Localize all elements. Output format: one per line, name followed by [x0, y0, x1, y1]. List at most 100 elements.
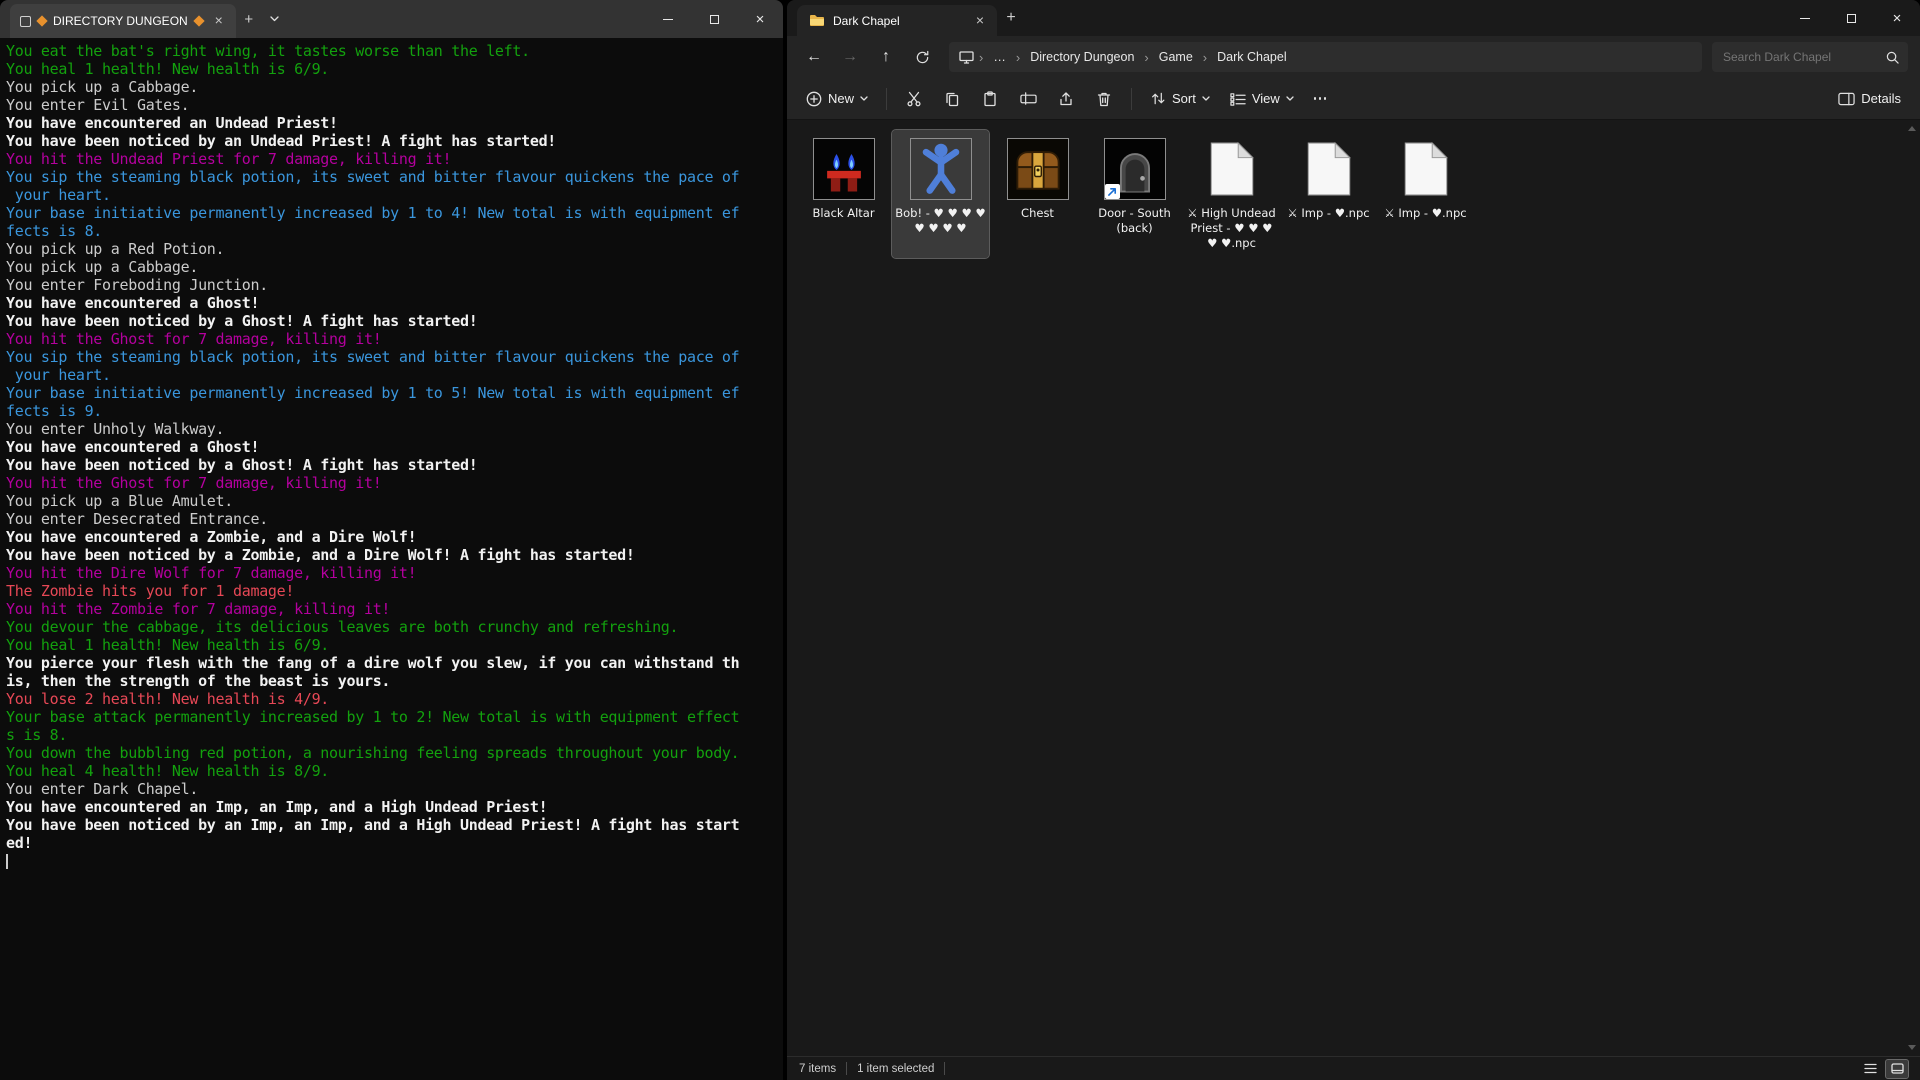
chevron-down-icon	[1286, 96, 1294, 101]
terminal-window-controls: ×	[645, 0, 783, 38]
terminal-line: You pick up a Red Potion.	[6, 240, 777, 258]
breadcrumb-item[interactable]: Dark Chapel	[1212, 48, 1291, 66]
file-tile-black-altar[interactable]: Black Altar	[795, 130, 892, 258]
more-options-button[interactable]	[1305, 84, 1335, 114]
maximize-button[interactable]	[1828, 0, 1874, 36]
desktop: DIRECTORY DUNGEON × + × You eat the bat'…	[0, 0, 1920, 1080]
terminal-line: You lose 2 health! New health is 4/9.	[6, 690, 777, 708]
details-view-toggle[interactable]	[1859, 1060, 1881, 1078]
terminal-tab-dropdown-button[interactable]	[262, 4, 288, 34]
terminal-line: You devour the cabbage, its delicious le…	[6, 618, 777, 636]
terminal-line: You have been noticed by a Zombie, and a…	[6, 546, 777, 564]
view-button-label: View	[1252, 91, 1280, 106]
file-tile-high-undead-priest[interactable]: ⚔ High Undead Priest - ♥ ♥ ♥ ♥ ♥.npc	[1183, 130, 1280, 258]
terminal-line: Your base initiative permanently increas…	[6, 204, 777, 222]
scissors-icon	[906, 91, 922, 107]
breadcrumb-chevron-icon[interactable]: ›	[1014, 50, 1022, 65]
close-button[interactable]: ×	[1874, 0, 1920, 36]
cut-button[interactable]	[896, 84, 932, 114]
folder-icon	[809, 14, 825, 27]
terminal-line: You pierce your flesh with the fang of a…	[6, 654, 777, 672]
terminal-output: You eat the bat's right wing, it tastes …	[0, 38, 783, 1080]
copy-button[interactable]	[934, 84, 970, 114]
scrollbar-up-arrow[interactable]	[1908, 126, 1916, 131]
maximize-button[interactable]	[691, 0, 737, 38]
terminal-line: You sip the steaming black potion, its s…	[6, 168, 777, 186]
refresh-button[interactable]	[905, 41, 939, 73]
file-tile-chest[interactable]: Chest	[989, 130, 1086, 258]
rename-icon	[1020, 91, 1037, 106]
sort-button[interactable]: Sort	[1141, 84, 1219, 114]
minimize-button[interactable]	[645, 0, 691, 38]
terminal-line: fects is 9.	[6, 402, 777, 420]
terminal-lines: You eat the bat's right wing, it tastes …	[6, 42, 777, 852]
explorer-tab[interactable]: Dark Chapel ×	[797, 5, 997, 36]
search-input[interactable]	[1721, 49, 1880, 65]
plus-circle-icon	[806, 91, 822, 107]
details-pane-button[interactable]: Details	[1829, 84, 1910, 114]
npc-document-icon	[1403, 141, 1449, 197]
terminal-line: The Zombie hits you for 1 damage!	[6, 582, 777, 600]
paste-button[interactable]	[972, 84, 1008, 114]
breadcrumb-item[interactable]: Directory Dungeon	[1025, 48, 1139, 66]
chest-image	[1007, 138, 1069, 200]
file-tile-imp-1[interactable]: ⚔ Imp - ♥.npc	[1280, 130, 1377, 258]
close-button[interactable]: ×	[737, 0, 783, 38]
back-button[interactable]: ←	[797, 41, 831, 73]
rename-button[interactable]	[1010, 84, 1046, 114]
terminal-window: DIRECTORY DUNGEON × + × You eat the bat'…	[0, 0, 783, 1080]
search-box[interactable]	[1712, 42, 1908, 72]
file-name: Bob! - ♥ ♥ ♥ ♥ ♥ ♥ ♥ ♥	[895, 206, 987, 236]
terminal-tab[interactable]: DIRECTORY DUNGEON ×	[10, 4, 236, 38]
terminal-line: You enter Dark Chapel.	[6, 780, 777, 798]
terminal-line: ed!	[6, 834, 777, 852]
view-button[interactable]: View	[1221, 84, 1303, 114]
terminal-line: You hit the Ghost for 7 damage, killing …	[6, 330, 777, 348]
terminal-line: You have been noticed by an Imp, an Imp,…	[6, 816, 777, 834]
file-tile-bob[interactable]: Bob! - ♥ ♥ ♥ ♥ ♥ ♥ ♥ ♥	[892, 130, 989, 258]
breadcrumb-chevron-icon[interactable]: ›	[977, 50, 985, 65]
terminal-line: fects is 8.	[6, 222, 777, 240]
sort-button-label: Sort	[1172, 91, 1196, 106]
minimize-button[interactable]	[1782, 0, 1828, 36]
up-button[interactable]: ↑	[869, 41, 903, 73]
this-pc-monitor-icon[interactable]	[959, 51, 974, 64]
terminal-line: You hit the Zombie for 7 damage, killing…	[6, 600, 777, 618]
scrollbar-down-arrow[interactable]	[1908, 1045, 1916, 1050]
terminal-new-tab-button[interactable]: +	[236, 4, 262, 34]
terminal-line: You down the bubbling red potion, a nour…	[6, 744, 777, 762]
terminal-line: You enter Unholy Walkway.	[6, 420, 777, 438]
breadcrumb-chevron-icon[interactable]: ›	[1201, 50, 1209, 65]
terminal-line: You heal 1 health! New health is 6/9.	[6, 60, 777, 78]
shortcut-arrow-icon	[1105, 184, 1120, 199]
explorer-window-controls: ×	[1782, 0, 1920, 36]
explorer-window: Dark Chapel × + × ← → ↑	[787, 0, 1920, 1080]
sort-icon	[1150, 91, 1166, 106]
terminal-line: your heart.	[6, 186, 777, 204]
delete-button[interactable]	[1086, 84, 1122, 114]
terminal-line: You have encountered a Ghost!	[6, 294, 777, 312]
file-tile-door-south[interactable]: Door - South (back)	[1086, 130, 1183, 258]
terminal-tab-close-button[interactable]: ×	[210, 12, 228, 30]
terminal-cursor-line[interactable]	[6, 852, 777, 870]
explorer-new-tab-button[interactable]: +	[997, 3, 1025, 33]
terminal-window-icon	[20, 16, 31, 27]
file-tile-imp-2[interactable]: ⚔ Imp - ♥.npc	[1377, 130, 1474, 258]
breadcrumb-item[interactable]: Game	[1154, 48, 1198, 66]
breadcrumb-chevron-icon[interactable]: ›	[1142, 50, 1150, 65]
explorer-tab-close-button[interactable]: ×	[971, 12, 989, 30]
terminal-line: your heart.	[6, 366, 777, 384]
terminal-line: You have been noticed by a Ghost! A figh…	[6, 312, 777, 330]
terminal-line: Your base initiative permanently increas…	[6, 384, 777, 402]
share-button[interactable]	[1048, 84, 1084, 114]
terminal-line: You enter Evil Gates.	[6, 96, 777, 114]
black-altar-image	[813, 138, 875, 200]
toolbar-separator	[886, 88, 887, 110]
breadcrumb-overflow[interactable]: …	[988, 48, 1011, 66]
large-icons-view-toggle[interactable]	[1886, 1060, 1908, 1078]
new-button-label: New	[828, 91, 854, 106]
new-button[interactable]: New	[797, 84, 877, 114]
status-separator	[846, 1062, 847, 1075]
forward-button[interactable]: →	[833, 41, 867, 73]
details-pane-label: Details	[1861, 91, 1901, 106]
